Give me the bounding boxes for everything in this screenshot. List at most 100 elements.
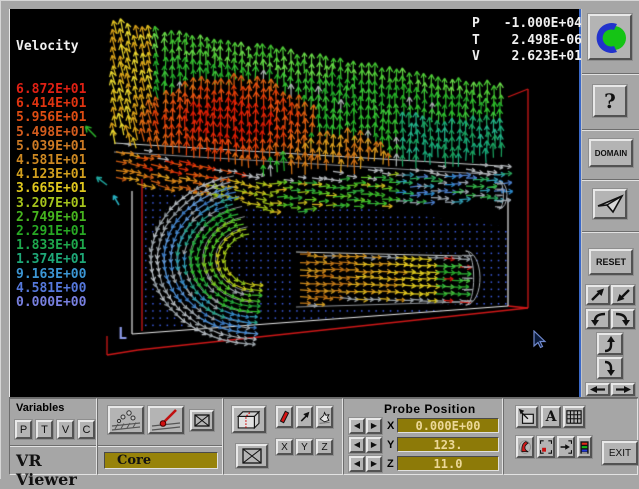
axis-button-x[interactable]: X xyxy=(276,439,293,455)
tools-panel: Core xyxy=(97,398,223,475)
probe-box-button[interactable] xyxy=(190,410,214,431)
move-into-icon xyxy=(559,438,573,456)
probe-axis-label: Y xyxy=(387,439,394,451)
view-options-panel: A EXIT xyxy=(503,398,638,475)
legend-title: Velocity xyxy=(16,40,86,54)
legend-entry: 2.749E+01 xyxy=(16,211,86,225)
surface-plot-button[interactable] xyxy=(516,436,534,458)
arrow-turn-up-icon xyxy=(600,335,620,353)
domain-label: DOMAIN xyxy=(595,149,627,158)
annotate-button[interactable]: A xyxy=(541,406,561,428)
slice-panel: XYZ xyxy=(223,398,343,475)
probe-z-decrement-button[interactable]: ◀ xyxy=(349,456,365,472)
probe-z-field[interactable]: 11.0 xyxy=(397,456,499,471)
arrow-right-icon xyxy=(614,385,632,394)
slice-box-button[interactable] xyxy=(232,406,266,433)
arrow-turn-down-icon xyxy=(600,359,620,377)
zoom-out-button[interactable] xyxy=(611,285,635,305)
readout-value: -1.000E+04 xyxy=(504,16,582,33)
divider xyxy=(582,179,639,181)
rotate-left-button[interactable] xyxy=(586,309,610,329)
divider xyxy=(98,445,222,447)
ne-arrow-icon xyxy=(298,409,311,425)
readout-row: T2.498E-06 xyxy=(472,33,582,50)
legend-entry: 1.833E+01 xyxy=(16,239,86,253)
readout-row: P-1.000E+04 xyxy=(472,16,582,33)
slice-plane-button[interactable] xyxy=(276,406,293,428)
probe-z-increment-button[interactable]: ▶ xyxy=(366,456,382,472)
legend-entry: 5.039E+01 xyxy=(16,140,86,154)
readout-value: 2.623E+01 xyxy=(512,49,582,66)
probe-x-field[interactable]: 0.000E+00 xyxy=(397,418,499,433)
variable-button-c[interactable]: C xyxy=(78,420,95,439)
arrow-ne-icon xyxy=(588,287,608,303)
mesh-toggle-button[interactable] xyxy=(563,406,585,428)
probe-axis-label: X xyxy=(387,420,394,432)
divider xyxy=(10,445,96,447)
legend-entry: 1.374E+01 xyxy=(16,253,86,267)
thermometer-probe-icon xyxy=(150,408,182,432)
move-object-button[interactable] xyxy=(557,436,575,458)
viewpoint-eye-icon xyxy=(596,193,624,215)
help-button[interactable]: ? xyxy=(593,85,627,117)
zoom-window-button[interactable] xyxy=(537,436,555,458)
viewpoint-button[interactable] xyxy=(593,189,627,219)
probe-y-field[interactable]: 123. xyxy=(397,437,499,452)
domain-button[interactable]: DOMAIN xyxy=(589,139,633,167)
arrow-curve-left-icon xyxy=(588,311,608,327)
probe-y-increment-button[interactable]: ▶ xyxy=(366,437,382,453)
pan-left-button[interactable] xyxy=(586,383,610,396)
axis-button-z[interactable]: Z xyxy=(316,439,333,455)
legend-entry: 6.414E+01 xyxy=(16,97,86,111)
zoom-in-button[interactable] xyxy=(586,285,610,305)
probe-position-title: Probe Position xyxy=(384,402,476,416)
legend-entry: 2.291E+01 xyxy=(16,225,86,239)
variable-button-p[interactable]: P xyxy=(15,420,32,439)
divider xyxy=(582,73,639,75)
cham-logo-button[interactable] xyxy=(588,14,632,60)
palette-button[interactable] xyxy=(577,436,592,458)
probe-position-panel: Probe Position ◀▶X0.000E+00◀▶Y123.◀▶Z11.… xyxy=(343,398,503,475)
tilt-up-button[interactable] xyxy=(597,333,623,355)
probe-temperature-button[interactable] xyxy=(148,406,184,434)
legend-entry: 4.123E+01 xyxy=(16,168,86,182)
probe-axis-label: Z xyxy=(387,458,394,470)
reset-view-button[interactable]: RESET xyxy=(589,249,633,275)
variable-button-t[interactable]: T xyxy=(36,420,53,439)
object-selector[interactable]: Core xyxy=(104,452,218,469)
readout-label: V xyxy=(472,49,480,66)
streamlines-button[interactable] xyxy=(108,406,144,434)
viewport: Velocity 6.872E+016.414E+015.956E+015.49… xyxy=(9,9,581,397)
exit-button[interactable]: EXIT xyxy=(602,441,638,465)
snapshot-icon xyxy=(518,408,536,426)
rotate-right-button[interactable] xyxy=(611,309,635,329)
arrow-sw-icon xyxy=(613,287,633,303)
variables-panel: Variables PTVC VR Viewer xyxy=(9,398,97,475)
axis-button-y[interactable]: Y xyxy=(296,439,313,455)
variable-button-v[interactable]: V xyxy=(57,420,74,439)
exit-label: EXIT xyxy=(609,448,631,459)
tilt-down-button[interactable] xyxy=(597,357,623,379)
probe-x-increment-button[interactable]: ▶ xyxy=(366,418,382,434)
control-bar: Variables PTVC VR Viewer Core xyxy=(9,398,638,475)
annotate-icon: A xyxy=(546,409,557,425)
pan-right-button[interactable] xyxy=(611,383,635,396)
probe-y-decrement-button[interactable]: ◀ xyxy=(349,437,365,453)
legend-entry: 4.581E+01 xyxy=(16,154,86,168)
probe-reset-button[interactable] xyxy=(236,444,268,468)
palette-icon xyxy=(579,439,590,456)
slice-box-icon xyxy=(234,408,264,431)
snapshot-button[interactable] xyxy=(516,406,538,428)
divider xyxy=(582,129,639,131)
legend-entry: 5.498E+01 xyxy=(16,126,86,140)
reset-label: RESET xyxy=(596,257,626,267)
grid-icon xyxy=(565,409,583,425)
probe-x-decrement-button[interactable]: ◀ xyxy=(349,418,365,434)
probe-readout: P-1.000E+04T2.498E-06V 2.623E+01 xyxy=(472,16,582,66)
grab-button[interactable] xyxy=(316,406,333,428)
viewport-canvas[interactable] xyxy=(10,9,577,397)
streamlines-icon xyxy=(110,408,142,432)
zoom-window-icon xyxy=(539,438,553,456)
arrow-curve-right-icon xyxy=(613,311,633,327)
vector-direction-button[interactable] xyxy=(296,406,313,428)
